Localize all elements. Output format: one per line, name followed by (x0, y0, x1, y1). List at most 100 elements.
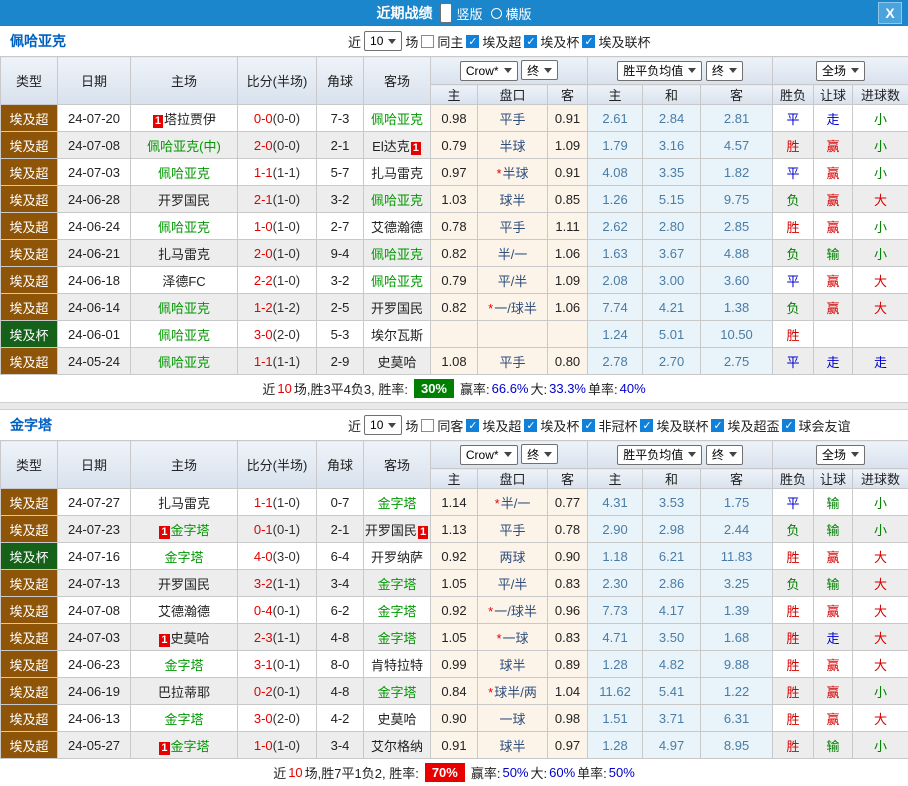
team-name[interactable]: 金字塔 (10, 415, 52, 435)
odds-source-select[interactable]: Crow* (460, 445, 518, 465)
cell-handicap: *一/球半 (478, 294, 548, 321)
team-label: 扎马雷克 (158, 247, 210, 262)
cell-odds-away: 0.91 (548, 105, 588, 132)
odds-source-select[interactable]: Crow* (460, 61, 518, 81)
team-label: El达克 (372, 139, 410, 154)
sub-header-3: 主 (588, 469, 643, 489)
cell-odds-home: 0.79 (431, 132, 478, 159)
score-half: (0-0) (273, 138, 300, 153)
cell-avg-away: 9.88 (701, 651, 773, 678)
handicap-label: 一球 (499, 712, 525, 727)
handicap-label: 平手 (499, 523, 525, 538)
league-checkbox[interactable]: ✓ (524, 35, 537, 48)
cell-avg-draw: 5.41 (643, 678, 701, 705)
sub-header-5: 客 (701, 469, 773, 489)
col-header-5: 客场 (364, 57, 431, 105)
scope-select[interactable]: 全场 (816, 445, 865, 465)
summary-line: 近10场,胜3平4负3, 胜率:30%赢率:66.6% 大:33.3% 单率:4… (0, 375, 908, 402)
scope-select[interactable]: 全场 (816, 61, 865, 81)
team-name[interactable]: 佩哈亚克 (10, 31, 66, 51)
match-row: 埃及超24-06-24佩哈亚克1-0(1-0)2-7艾德瀚德0.78平手1.11… (1, 213, 908, 240)
score-main: 0-2 (254, 684, 273, 699)
radio-horizontal-layout[interactable] (491, 8, 502, 19)
cell-corner: 3-4 (317, 732, 364, 759)
handicap-label: 平手 (499, 220, 525, 235)
chevron-down-icon (851, 68, 859, 73)
team-label: 金字塔 (377, 685, 416, 700)
league-checkbox[interactable]: ✓ (640, 419, 653, 432)
result-value: 走 (827, 631, 840, 646)
cell-avg-away: 2.75 (701, 348, 773, 375)
stat-value: 66.6% (492, 381, 529, 396)
handicap-label: 一/球半 (494, 301, 537, 316)
window-title: 近期战绩 (376, 3, 432, 23)
result-value: 大 (874, 550, 887, 565)
radio-vertical-layout[interactable] (440, 3, 452, 23)
final-select-2[interactable]: 终 (706, 61, 743, 81)
final-select-2[interactable]: 终 (706, 445, 743, 465)
cell-odds-away: 1.04 (548, 678, 588, 705)
match-row: 埃及超24-05-24佩哈亚克1-1(1-1)2-9史莫哈1.08平手0.802… (1, 348, 908, 375)
final-select[interactable]: 终 (521, 444, 558, 464)
cell-handicap-result: 走 (814, 348, 853, 375)
league-checkbox[interactable]: ✓ (466, 35, 479, 48)
avg-select[interactable]: 胜平负均值 (617, 61, 702, 81)
check-icon: ✓ (526, 36, 535, 48)
cell-odds-home: 0.79 (431, 267, 478, 294)
cell-away-team: 史莫哈 (364, 348, 431, 375)
same-venue-checkbox[interactable] (421, 35, 434, 48)
cell-avg-away: 2.81 (701, 105, 773, 132)
avg-select-value: 胜平负均值 (623, 446, 683, 463)
team-label: 开罗国民 (365, 523, 417, 538)
final-select[interactable]: 终 (521, 60, 558, 80)
team-label: 史莫哈 (171, 631, 210, 646)
games-count-select[interactable]: 10 (364, 415, 402, 435)
check-icon: ✓ (784, 420, 793, 432)
cell-odds-away: 0.91 (548, 159, 588, 186)
match-row: 埃及超24-07-08佩哈亚克(中)2-0(0-0)2-1El达克10.79半球… (1, 132, 908, 159)
league-checkbox[interactable]: ✓ (524, 419, 537, 432)
scope-header-group: 全场 (773, 57, 908, 85)
cell-type: 埃及超 (1, 678, 58, 705)
league-checkbox[interactable]: ✓ (711, 419, 724, 432)
col-header-4: 角球 (317, 57, 364, 105)
cell-avg-away: 1.22 (701, 678, 773, 705)
red-badge: 1 (153, 115, 163, 128)
result-value: 赢 (827, 712, 840, 727)
cell-corner: 5-7 (317, 159, 364, 186)
scope-header-group: 全场 (773, 441, 908, 469)
result-value: 大 (874, 193, 887, 208)
cell-score: 1-0(1-0) (238, 732, 317, 759)
close-button[interactable]: X (878, 2, 902, 24)
cell-avg-away: 1.75 (701, 489, 773, 516)
score-main: 0-1 (254, 522, 273, 537)
handicap-label: 球半 (499, 739, 525, 754)
same-venue-checkbox[interactable] (421, 419, 434, 432)
team-label: 泽德FC (162, 274, 205, 289)
cell-score: 0-4(0-1) (238, 597, 317, 624)
sub-header-7: 让球 (814, 469, 853, 489)
result-value: 负 (787, 577, 800, 592)
league-checkbox[interactable]: ✓ (782, 419, 795, 432)
col-header-0: 类型 (1, 441, 58, 489)
match-row: 埃及超24-06-19巴拉蒂耶0-2(0-1)4-8金字塔0.84*球半/两1.… (1, 678, 908, 705)
avg-select[interactable]: 胜平负均值 (617, 445, 702, 465)
cell-result: 负 (773, 294, 814, 321)
section-divider (0, 402, 908, 410)
games-count-select[interactable]: 10 (364, 31, 402, 51)
league-checkbox[interactable]: ✓ (582, 419, 595, 432)
cell-date: 24-06-19 (58, 678, 131, 705)
score-main: 3-1 (254, 657, 273, 672)
team-label: 开罗纳萨 (371, 550, 423, 565)
cell-type: 埃及超 (1, 489, 58, 516)
cell-type: 埃及超 (1, 267, 58, 294)
stat-value: 40% (620, 381, 646, 396)
cell-corner: 4-8 (317, 624, 364, 651)
avg-header-group: 胜平负均值 终 (588, 57, 773, 85)
league-checkbox[interactable]: ✓ (466, 419, 479, 432)
result-value: 小 (874, 247, 887, 262)
score-half: (0-0) (273, 111, 300, 126)
cell-odds-home: 0.98 (431, 105, 478, 132)
cell-odds-home: 1.08 (431, 348, 478, 375)
league-checkbox[interactable]: ✓ (582, 35, 595, 48)
